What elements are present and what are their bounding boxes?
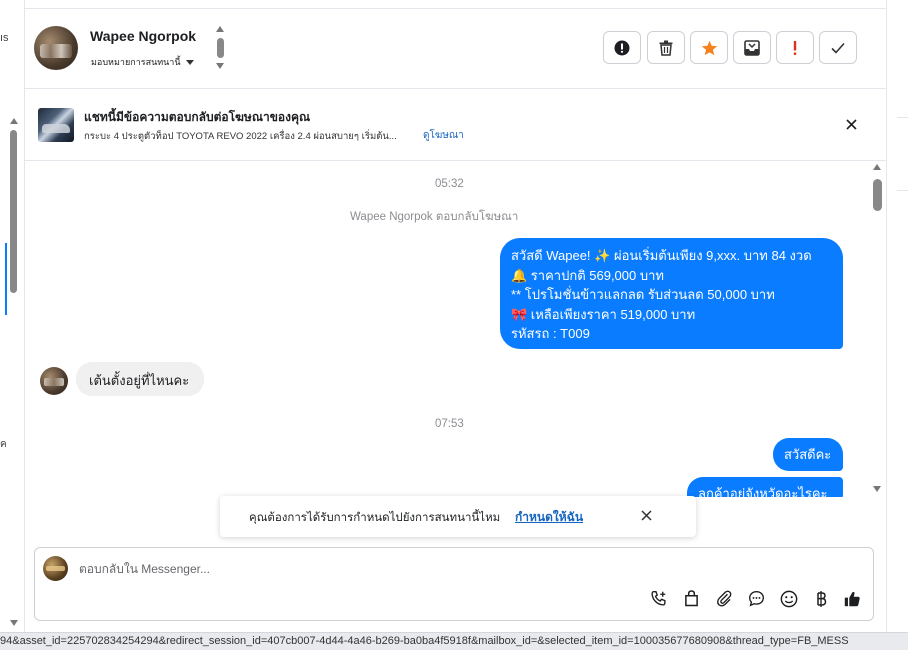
- payment-button[interactable]: [810, 590, 832, 612]
- assign-prompt-toast: คุณต้องการได้รับการกำหนดไปยังการสนทนานี้…: [220, 496, 696, 537]
- attach-button[interactable]: [713, 590, 735, 612]
- close-banner-button[interactable]: [840, 115, 862, 137]
- checkmark-icon: [831, 42, 845, 54]
- caret-down-icon: [185, 59, 194, 65]
- close-icon: [640, 508, 652, 526]
- mark-done-button[interactable]: [819, 31, 857, 64]
- status-bar-url: 94&asset_id=225702834254294&redirect_ses…: [0, 632, 908, 650]
- toast-message: คุณต้องการได้รับการกำหนดไปยังการสนทนานี้…: [249, 512, 501, 524]
- assign-conversation-dropdown[interactable]: มอบหมายการสนทนานี้: [91, 55, 194, 69]
- chat-bubble-icon: [748, 590, 765, 612]
- truncated-text-fragment: ıs: [0, 32, 9, 44]
- assign-label: มอบหมายการสนทนานี้: [91, 57, 181, 67]
- assign-to-me-link[interactable]: กำหนดให้ฉัน: [515, 508, 583, 527]
- shopping-bag-icon: [684, 590, 699, 612]
- page-avatar: [43, 556, 68, 581]
- emoji-icon: [780, 590, 798, 613]
- message-thread[interactable]: 05:32 Wapee Ngorpok ตอบกลับโฆษณา สวัสดี …: [25, 161, 886, 497]
- message-line: 🔔 ราคาปกติ 569,000 บาท: [511, 267, 664, 283]
- left-sidebar-strip: ıs ค: [0, 0, 25, 632]
- star-icon: [701, 40, 718, 56]
- scroll-up-arrow-icon[interactable]: [10, 118, 18, 124]
- paperclip-icon: [716, 590, 733, 612]
- exclamation-icon: [792, 40, 798, 56]
- ad-reply-note: Wapee Ngorpok ตอบกลับโฆษณา: [350, 211, 519, 223]
- timestamp: 07:53: [435, 418, 464, 430]
- timestamp: 05:32: [435, 178, 464, 190]
- delete-button[interactable]: [647, 31, 685, 64]
- ad-banner-title: แชทนี้มีข้อความตอบกลับต่อโฆษณาของคุณ: [84, 110, 311, 124]
- scroll-up-arrow-icon[interactable]: [873, 164, 881, 170]
- scroll-down-arrow-icon[interactable]: [873, 486, 881, 492]
- right-sidebar-strip: [886, 0, 908, 632]
- truncated-text-fragment: ค: [0, 439, 7, 450]
- divider: [897, 190, 908, 191]
- incoming-message[interactable]: เต้นตั้งอยู่ที่ไหนคะ: [76, 362, 204, 396]
- outgoing-message[interactable]: ลูกค้าอยู่จังหวัดอะไรคะ: [687, 477, 843, 497]
- like-button[interactable]: [841, 590, 863, 612]
- scroll-down-arrow-icon[interactable]: [216, 63, 224, 69]
- header-scrollbar[interactable]: [216, 26, 226, 72]
- message-line: ** โปรโมชั่นข้าวแลกลด รับส่วนลด 50,000 บ…: [511, 287, 775, 302]
- avatar[interactable]: [34, 26, 78, 70]
- message-composer: [34, 547, 874, 621]
- scroll-thumb[interactable]: [217, 38, 224, 58]
- message-line: 🎀 เหลือเพียงราคา 519,000 บาท: [511, 306, 696, 322]
- mark-spam-button[interactable]: [776, 31, 814, 64]
- active-indicator: [5, 243, 7, 315]
- archive-icon: [744, 39, 760, 56]
- sender-avatar[interactable]: [40, 367, 68, 395]
- outgoing-message[interactable]: สวัสดีคะ: [773, 438, 843, 471]
- outgoing-message[interactable]: สวัสดี Wapee! ✨ ผ่อนเริ่มต้นเพียง 9,xxx.…: [500, 238, 843, 349]
- saved-replies-button[interactable]: [745, 590, 767, 612]
- call-button[interactable]: [647, 590, 669, 612]
- scroll-thumb[interactable]: [873, 179, 882, 211]
- star-button[interactable]: [690, 31, 728, 64]
- archive-button[interactable]: [733, 31, 771, 64]
- scroll-up-arrow-icon[interactable]: [216, 26, 224, 32]
- view-ad-link[interactable]: ดูโฆษณา: [423, 128, 464, 143]
- chat-header: Wapee Ngorpok มอบหมายการสนทนานี้: [25, 9, 886, 89]
- shop-button[interactable]: [680, 590, 702, 612]
- info-circle-icon: [614, 40, 630, 56]
- ad-description: กระบะ 4 ประตูตัวท็อป TOYOTA REVO 2022 เค…: [84, 131, 397, 142]
- close-icon: [845, 117, 857, 135]
- message-line: สวัสดี Wapee! ✨ ผ่อนเริ่มต้นเพียง 9,xxx.…: [511, 248, 812, 263]
- info-button[interactable]: [603, 31, 641, 64]
- scroll-thumb[interactable]: [10, 130, 17, 293]
- message-line: รหัสรถ : T009: [511, 326, 590, 341]
- divider: [897, 117, 908, 118]
- close-toast-button[interactable]: [637, 508, 655, 526]
- scroll-down-arrow-icon[interactable]: [10, 620, 18, 626]
- chat-panel: Wapee Ngorpok มอบหมายการสนทนานี้ แชทนี้ม…: [25, 8, 886, 632]
- ad-thumbnail[interactable]: [38, 108, 74, 142]
- emoji-button[interactable]: [778, 590, 800, 612]
- ad-reply-banner: แชทนี้มีข้อความตอบกลับต่อโฆษณาของคุณ กระ…: [25, 89, 886, 161]
- phone-plus-icon: [650, 590, 667, 612]
- message-input[interactable]: [79, 562, 779, 576]
- thumbs-up-icon: [843, 590, 861, 613]
- contact-name[interactable]: Wapee Ngorpok: [90, 28, 196, 44]
- baht-icon: [815, 590, 827, 613]
- trash-icon: [659, 40, 673, 56]
